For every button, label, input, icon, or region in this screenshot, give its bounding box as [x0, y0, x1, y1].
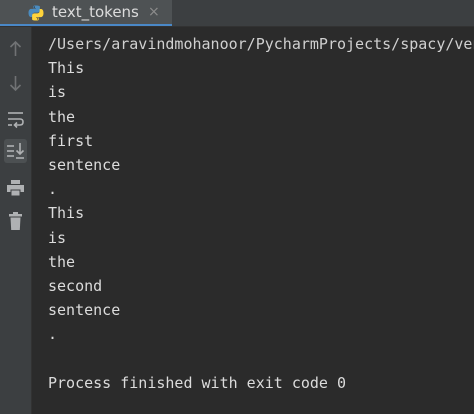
output-line: second	[48, 276, 103, 295]
output-line: is	[48, 83, 67, 102]
tab-bar: text_tokens ×	[0, 0, 474, 27]
output-line: This	[48, 59, 85, 78]
trash-icon[interactable]	[4, 209, 27, 233]
tab-title: text_tokens	[52, 3, 139, 21]
tab-text-tokens[interactable]: text_tokens ×	[0, 0, 172, 26]
soft-wrap-icon[interactable]	[4, 107, 27, 131]
exit-message: Process finished with exit code 0	[48, 373, 347, 392]
output-line: sentence	[48, 155, 121, 174]
output-line: the	[48, 107, 76, 126]
python-icon	[28, 5, 44, 21]
print-icon[interactable]	[4, 176, 27, 200]
output-line: is	[48, 228, 67, 247]
output-line: first	[48, 131, 94, 150]
output-line: the	[48, 252, 76, 271]
console-toolbar	[0, 27, 32, 414]
scroll-to-end-icon[interactable]	[4, 139, 27, 163]
arrow-down-icon[interactable]	[4, 71, 27, 95]
console-output: /Users/aravindmohanoor/PycharmProjects/s…	[48, 32, 474, 414]
output-line: sentence	[48, 301, 121, 320]
arrow-up-icon[interactable]	[4, 37, 27, 61]
output-line: .	[48, 325, 58, 344]
interpreter-path: /Users/aravindmohanoor/PycharmProjects/s…	[48, 35, 474, 53]
output-line: This	[48, 204, 85, 223]
output-line: .	[48, 180, 58, 199]
close-icon[interactable]: ×	[148, 3, 160, 21]
